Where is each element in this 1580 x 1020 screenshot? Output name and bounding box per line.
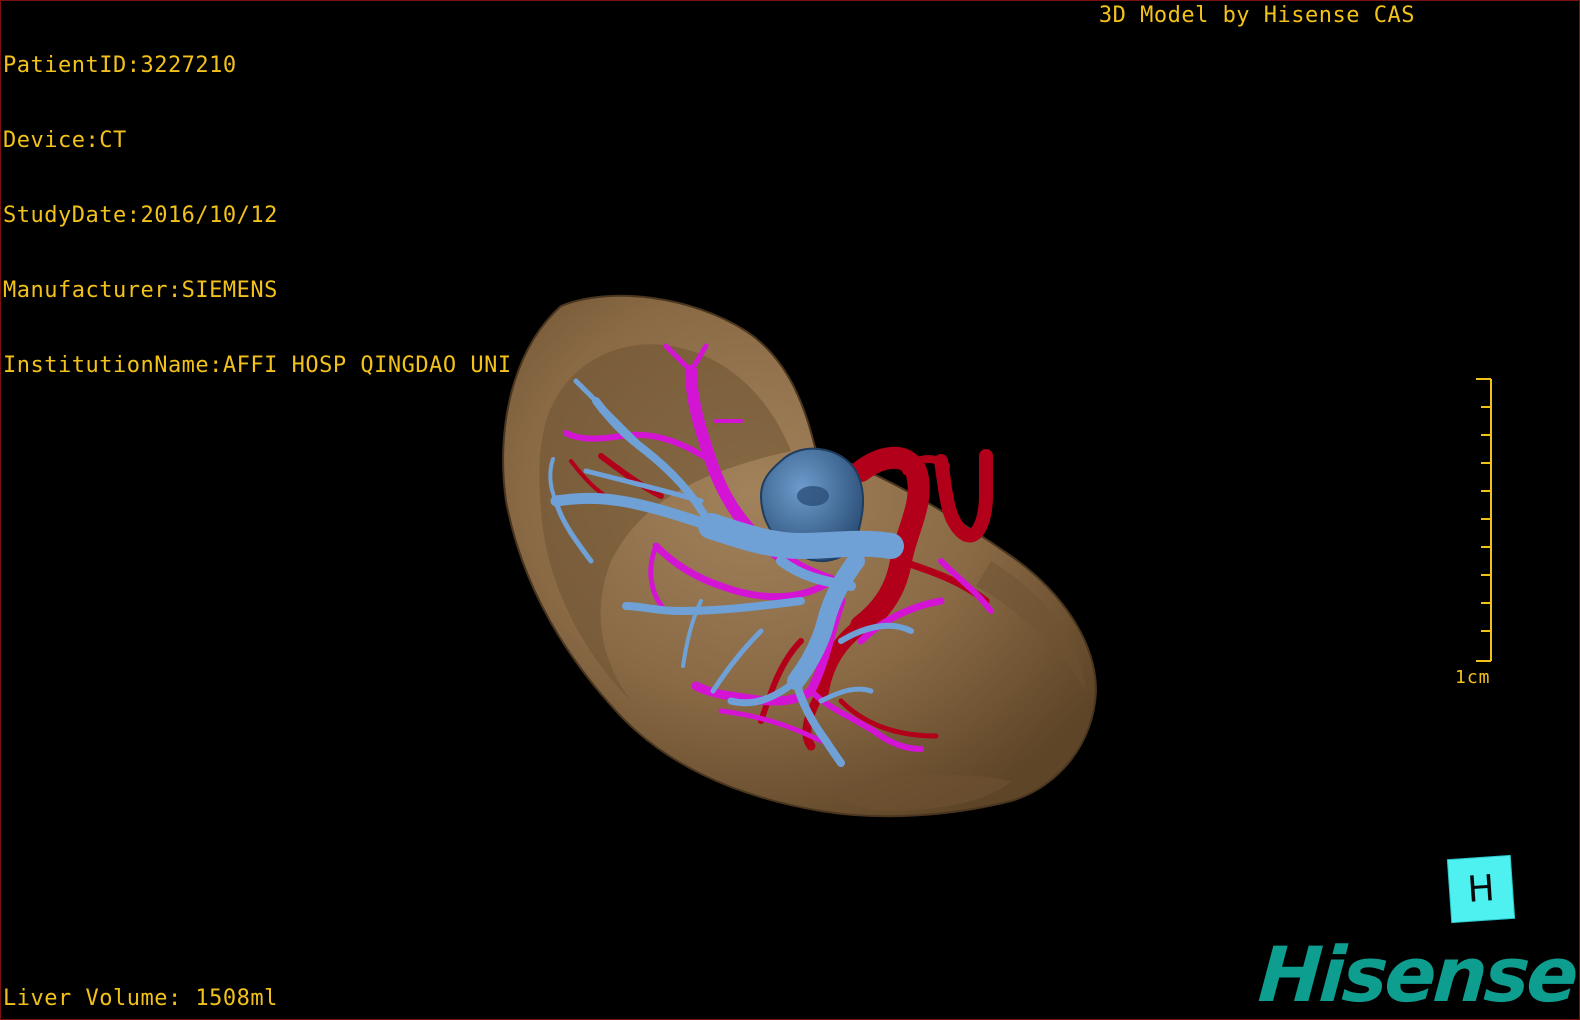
- orientation-letter: H: [1466, 867, 1496, 911]
- liver-volume: Liver Volume: 1508ml: [3, 986, 278, 1011]
- patient-id: PatientID:3227210: [3, 53, 237, 78]
- dicom-metadata: PatientID:3227210 Device:CT StudyDate:20…: [3, 3, 512, 428]
- model-caption: 3D Model by Hisense CAS: [1098, 3, 1415, 28]
- study-date: StudyDate:2016/10/12: [3, 203, 278, 228]
- device: Device:CT: [3, 128, 127, 153]
- scale-bar-label: 1cm: [1455, 667, 1491, 688]
- hisense-logo: Hisense: [1255, 930, 1579, 1019]
- orientation-cube-icon[interactable]: H: [1447, 855, 1515, 923]
- 3d-viewport[interactable]: PatientID:3227210 Device:CT StudyDate:20…: [0, 0, 1580, 1020]
- scale-bar: [1476, 378, 1492, 662]
- manufacturer: Manufacturer:SIEMENS: [3, 278, 278, 303]
- institution-name: InstitutionName:AFFI HOSP QINGDAO UNI: [3, 353, 512, 378]
